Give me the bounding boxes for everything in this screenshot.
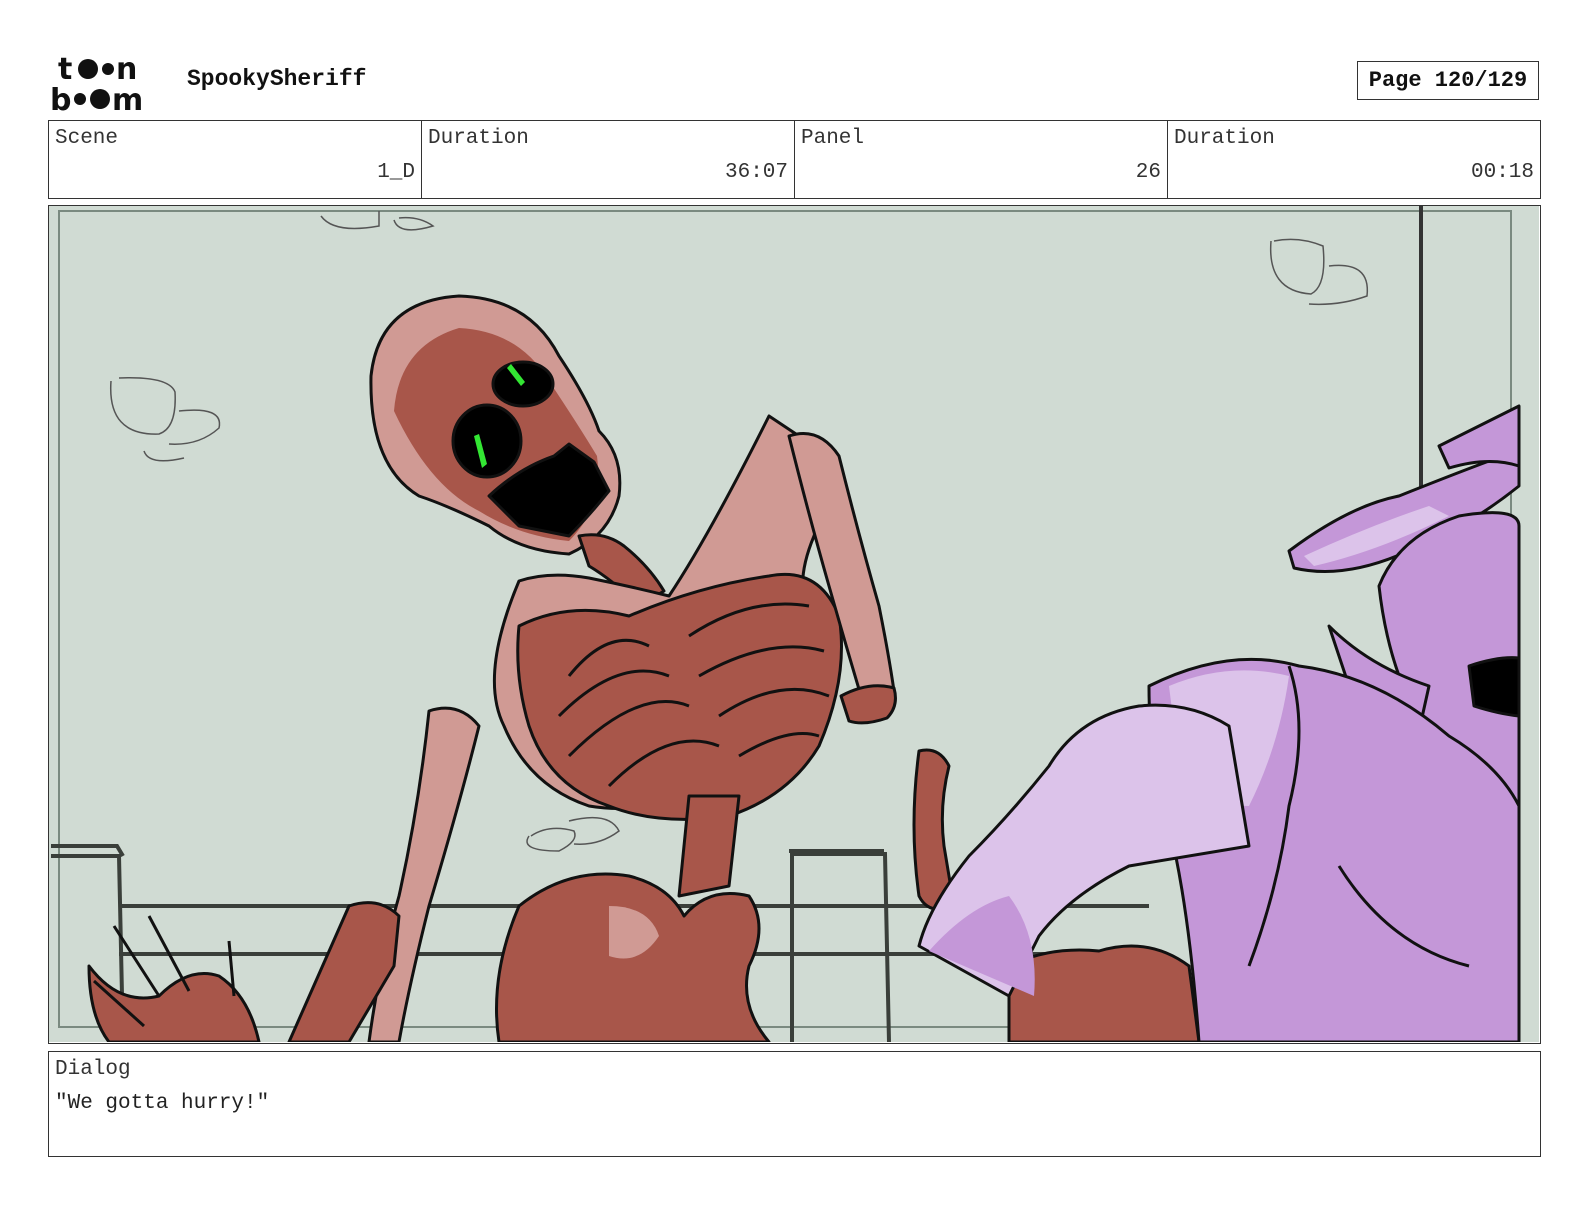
page-indicator: Page 120/129 xyxy=(1357,61,1539,100)
panel-duration-label: Duration xyxy=(1174,127,1275,150)
dialog-box: Dialog "We gotta hurry!" xyxy=(48,1051,1541,1157)
panel-cell: Panel 26 xyxy=(795,121,1168,198)
dialog-label: Dialog xyxy=(55,1058,131,1081)
scene-cell: Scene 1_D xyxy=(49,121,422,198)
svg-text:b: b xyxy=(50,83,71,114)
panel-label: Panel xyxy=(801,127,865,150)
skeleton-eye-socket-left xyxy=(451,403,523,479)
dialog-text: "We gotta hurry!" xyxy=(55,1092,270,1115)
svg-text:t: t xyxy=(58,52,72,87)
scene-info-row: Scene 1_D Duration 36:07 Panel 26 Durati… xyxy=(48,120,1541,199)
skeleton-pelvis xyxy=(495,872,771,1042)
scene-duration-label: Duration xyxy=(428,127,529,150)
storyboard-panel xyxy=(48,205,1541,1044)
scene-duration-value: 36:07 xyxy=(724,161,788,184)
scene-duration-cell: Duration 36:07 xyxy=(422,121,795,198)
panel-duration-cell: Duration 00:18 xyxy=(1168,121,1540,198)
scene-value: 1_D xyxy=(377,161,415,184)
skeleton-hand-right xyxy=(1007,944,1201,1042)
sheriff-mouth xyxy=(1467,656,1521,718)
panel-value: 26 xyxy=(1135,161,1161,184)
scene-label: Scene xyxy=(55,127,119,150)
panel-duration-value: 00:18 xyxy=(1470,161,1534,184)
svg-text:n: n xyxy=(116,52,137,87)
svg-text:m: m xyxy=(112,83,143,114)
toon-boom-logo: t n b m xyxy=(50,50,166,118)
project-title: SpookySheriff xyxy=(187,66,367,92)
panel-artwork xyxy=(49,206,1539,1042)
